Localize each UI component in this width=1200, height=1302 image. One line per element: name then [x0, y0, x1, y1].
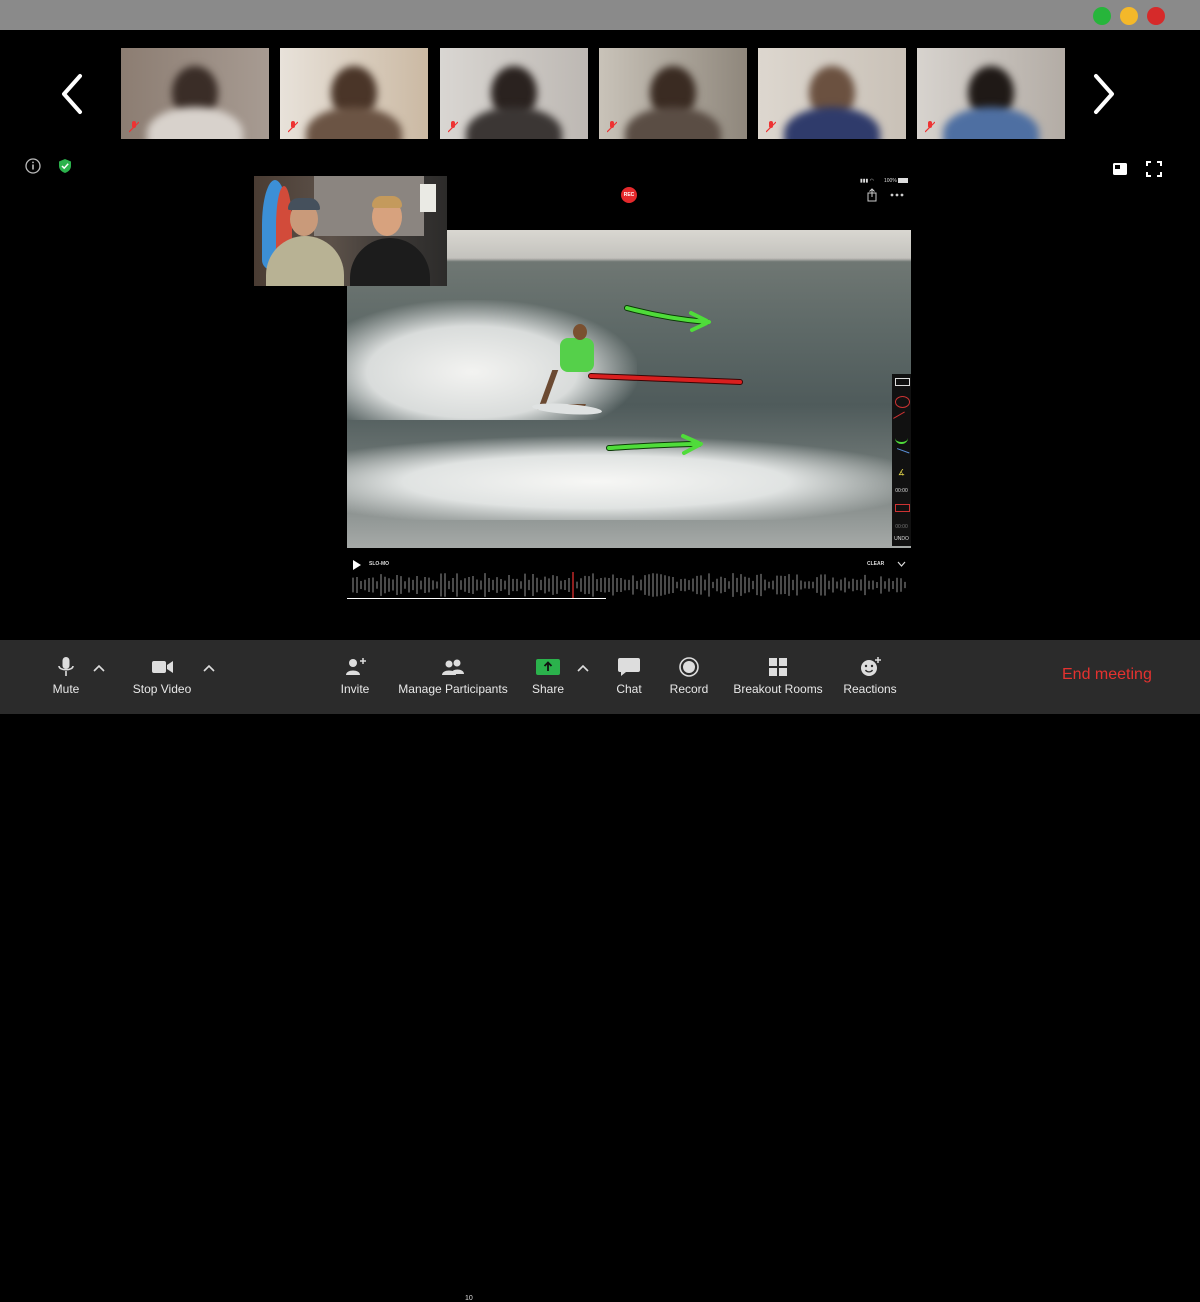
- video-progress-bar: [347, 598, 607, 599]
- microphone-icon: [58, 657, 74, 676]
- tool-freehand-icon[interactable]: [895, 432, 908, 444]
- video-player-controls: SLO-MO CLEAR: [347, 556, 911, 600]
- manage-participants-label: Manage Participants: [398, 682, 508, 696]
- video-options-chevron-icon[interactable]: [203, 664, 215, 672]
- gallery-next-icon[interactable]: [1088, 72, 1118, 116]
- stop-video-button[interactable]: Stop Video: [130, 640, 194, 714]
- reactions-smiley-icon: [861, 657, 881, 676]
- breakout-rooms-button[interactable]: Breakout Rooms: [733, 640, 823, 714]
- tool-line-icon[interactable]: [893, 411, 910, 428]
- audio-options-chevron-icon[interactable]: [93, 664, 105, 672]
- window-titlebar: [0, 0, 1200, 30]
- mic-off-icon: [607, 121, 617, 133]
- share-screen-button[interactable]: Share: [528, 640, 568, 714]
- mic-off-icon: [925, 121, 935, 133]
- window-close-button[interactable]: [1147, 7, 1165, 25]
- tool-rectangle-icon[interactable]: [895, 378, 910, 386]
- recording-indicator: REC: [621, 187, 637, 203]
- shared-status-signal-icon: ▮▮▮ ◠: [860, 178, 875, 184]
- tool-circle-icon[interactable]: [895, 396, 910, 408]
- meeting-info-icon[interactable]: [24, 157, 42, 175]
- reactions-label: Reactions: [843, 682, 897, 696]
- chat-bubble-icon: [618, 658, 640, 676]
- tool-undo-button[interactable]: UNDO: [892, 536, 911, 542]
- tool-box-icon[interactable]: [895, 504, 910, 512]
- share-label: Share: [531, 682, 565, 696]
- play-icon[interactable]: [353, 560, 361, 570]
- video-scrubber[interactable]: [347, 572, 911, 598]
- stop-video-label: Stop Video: [132, 682, 192, 696]
- end-meeting-button[interactable]: End meeting: [1062, 666, 1152, 684]
- participants-icon: [442, 659, 464, 675]
- gallery-prev-icon[interactable]: [58, 72, 88, 116]
- reactions-button[interactable]: Reactions: [842, 640, 898, 714]
- manage-participants-button[interactable]: Manage Participants: [398, 640, 508, 714]
- shared-status-battery: 100%: [884, 178, 897, 184]
- record-label: Record: [669, 682, 709, 696]
- mute-label: Mute: [52, 682, 80, 696]
- chat-button[interactable]: Chat: [608, 640, 650, 714]
- tool-time-label: 00:00: [895, 488, 908, 494]
- view-layout-icon[interactable]: [1111, 160, 1129, 178]
- mic-off-icon: [448, 121, 458, 133]
- invite-button[interactable]: Invite: [330, 640, 380, 714]
- mic-off-icon: [766, 121, 776, 133]
- participant-thumbnail[interactable]: [917, 48, 1065, 139]
- clear-button[interactable]: CLEAR: [867, 561, 884, 567]
- fullscreen-icon[interactable]: [1145, 160, 1163, 178]
- breakout-rooms-label: Breakout Rooms: [733, 682, 823, 696]
- annotation-toolbar: ∡ 00:00 00:00 UNDO: [892, 374, 911, 546]
- share-export-icon[interactable]: [866, 188, 878, 202]
- tool-arrow-icon[interactable]: [893, 448, 910, 463]
- participant-thumbnail[interactable]: [121, 48, 269, 139]
- more-options-icon[interactable]: [890, 192, 904, 198]
- collapse-chevron-icon[interactable]: [897, 561, 906, 567]
- participant-thumbnail[interactable]: [440, 48, 588, 139]
- invite-label: Invite: [340, 682, 370, 696]
- battery-icon: [898, 178, 908, 183]
- encryption-shield-icon[interactable]: [56, 157, 74, 175]
- breakout-rooms-icon: [769, 658, 787, 676]
- tool-angle-icon[interactable]: ∡: [895, 468, 908, 478]
- share-options-chevron-icon[interactable]: [577, 664, 589, 672]
- record-icon: [679, 657, 699, 677]
- add-user-icon: [346, 658, 366, 675]
- video-camera-icon: [152, 661, 173, 673]
- tool-speed-label: 00:00: [895, 524, 908, 530]
- record-button[interactable]: Record: [666, 640, 712, 714]
- mic-off-icon: [288, 121, 298, 133]
- window-minimize-button[interactable]: [1120, 7, 1138, 25]
- participant-thumbnail[interactable]: [280, 48, 428, 139]
- active-speaker-video[interactable]: [254, 176, 447, 286]
- slomo-button[interactable]: SLO-MO: [369, 561, 389, 567]
- participant-count-badge: 10: [465, 1295, 473, 1302]
- meeting-toolbar: Mute Stop Video Invite Manage Participan…: [0, 640, 1200, 1302]
- share-screen-icon: [536, 659, 560, 675]
- mic-off-icon: [129, 121, 139, 133]
- window-maximize-button[interactable]: [1093, 7, 1111, 25]
- mute-button[interactable]: Mute: [40, 640, 92, 714]
- chat-label: Chat: [616, 682, 642, 696]
- participant-thumbnail[interactable]: [599, 48, 747, 139]
- participant-thumbnail[interactable]: [758, 48, 906, 139]
